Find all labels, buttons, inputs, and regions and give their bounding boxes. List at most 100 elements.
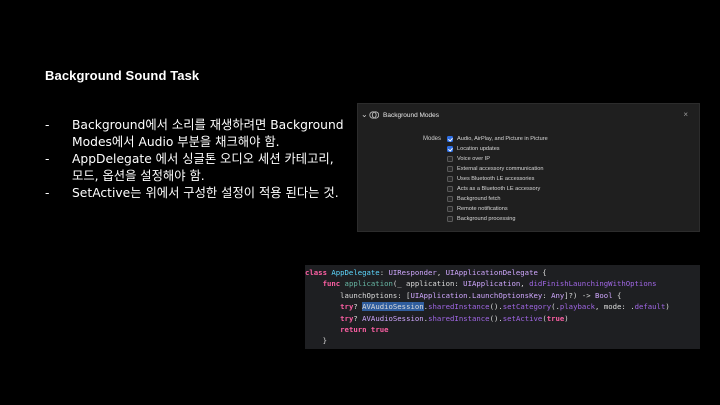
code-token: ().: [489, 313, 503, 323]
chevron-down-icon[interactable]: ⌄: [361, 110, 368, 119]
code-token: {: [612, 290, 622, 300]
mode-checkbox[interactable]: [447, 146, 453, 152]
code-token: launchOptions: [: [305, 290, 411, 300]
bullet-item: - Background에서 소리를 재생하려면 Background Mode…: [45, 117, 345, 151]
code-token: ,: [436, 268, 446, 277]
code-token: (.: [551, 302, 560, 312]
mode-checkbox[interactable]: [447, 196, 453, 202]
code-token: playback: [559, 302, 596, 312]
mode-label: Voice over IP: [457, 156, 490, 162]
code-token: setActive: [502, 313, 543, 323]
bullet-dash: -: [45, 186, 50, 200]
slide-title: Background Sound Task: [45, 68, 200, 83]
mode-row[interactable]: Remote notifications: [447, 204, 548, 214]
mode-checkbox[interactable]: [447, 156, 453, 162]
code-token: AVAudioSession: [362, 302, 424, 312]
code-token: Bool: [595, 290, 613, 300]
bullet-item: - AppDelegate 에서 싱글톤 오디오 세션 카테고리, 모드, 옵션…: [45, 151, 345, 185]
mode-label: Location updates: [457, 146, 500, 152]
mode-checkbox[interactable]: [447, 176, 453, 182]
code-line: launchOptions: [UIApplication.LaunchOpti…: [305, 290, 700, 301]
code-token: class: [305, 268, 332, 277]
code-token: ().: [489, 302, 503, 312]
mode-row[interactable]: Audio, AirPlay, and Picture in Picture: [447, 134, 548, 144]
code-token: :: [542, 290, 552, 300]
code-token: UIApplication: [463, 279, 521, 289]
panel-title: Background Modes: [383, 112, 440, 119]
code-token: }: [305, 336, 327, 346]
modes-label: Modes: [423, 136, 442, 142]
code-token: try: [340, 302, 354, 312]
mode-label: Audio, AirPlay, and Picture in Picture: [457, 136, 548, 142]
code-line: try? AVAudioSession.sharedInstance().set…: [305, 301, 700, 312]
mode-label: Remote notifications: [457, 206, 508, 212]
mode-row[interactable]: Acts as a Bluetooth LE accessory: [447, 184, 548, 194]
code-token: ?: [353, 313, 363, 323]
code-line: }: [305, 335, 700, 346]
bullet-dash: -: [45, 118, 50, 132]
code-token: (_ application:: [392, 279, 464, 289]
code-token: sharedInstance: [428, 302, 490, 312]
code-token: didFinishLaunchingWithOptions: [529, 279, 657, 289]
code-line: try? AVAudioSession.sharedInstance().set…: [305, 313, 700, 324]
code-token: UIResponder: [388, 268, 437, 277]
mode-row[interactable]: Background processing: [447, 214, 548, 224]
mode-label: Acts as a Bluetooth LE accessory: [457, 186, 541, 192]
code-editor: class AppDelegate: UIResponder, UIApplic…: [305, 265, 700, 349]
code-token: application: [344, 279, 393, 289]
mode-label: Background fetch: [457, 196, 501, 202]
mode-label: Uses Bluetooth LE accessories: [457, 176, 535, 182]
code-token: func: [322, 279, 345, 289]
code-token: UIApplicationDelegate: [445, 268, 538, 277]
mode-row[interactable]: Background fetch: [447, 194, 548, 204]
code-token: Any: [551, 290, 565, 300]
code-token: ): [665, 302, 670, 312]
code-token: ,: [520, 279, 530, 289]
code-token: LaunchOptionsKey: [471, 290, 543, 300]
code-token: true: [546, 313, 565, 323]
code-line: class AppDelegate: UIResponder, UIApplic…: [305, 267, 700, 278]
code-line: return true: [305, 324, 700, 335]
mode-label: Background processing: [457, 216, 516, 222]
code-token: return: [340, 324, 371, 334]
code-token: setCategory: [502, 302, 552, 312]
code-token: default: [634, 302, 666, 312]
code-token: true: [370, 324, 389, 334]
bullet-text: AppDelegate 에서 싱글톤 오디오 세션 카테고리, 모드, 옵션을 …: [72, 152, 334, 183]
background-modes-panel: ⌄ Background Modes × Modes Audio, AirPla…: [357, 103, 700, 232]
code-token: UIApplication: [410, 290, 468, 300]
code-token: , mode: .: [595, 302, 635, 312]
mode-row[interactable]: Voice over IP: [447, 154, 548, 164]
code-token: sharedInstance: [428, 313, 490, 323]
mode-checkbox[interactable]: [447, 216, 453, 222]
mode-label: External accessory communication: [457, 166, 544, 172]
bullet-text: SetActive는 위에서 구성한 설정이 적용 된다는 것.: [72, 186, 339, 200]
mode-checkbox[interactable]: [447, 186, 453, 192]
mode-row[interactable]: Location updates: [447, 144, 548, 154]
bullet-dash: -: [45, 152, 50, 166]
code-token: ]?) ->: [564, 290, 596, 300]
bullet-list: - Background에서 소리를 재생하려면 Background Mode…: [45, 117, 345, 202]
code-token: {: [537, 268, 547, 277]
mode-row[interactable]: External accessory communication: [447, 164, 548, 174]
mode-checkbox[interactable]: [447, 206, 453, 212]
bullet-text: Background에서 소리를 재생하려면 Background Modes에…: [72, 118, 344, 149]
panel-header: ⌄ Background Modes ×: [358, 104, 699, 128]
bullet-item: - SetActive는 위에서 구성한 설정이 적용 된다는 것.: [45, 185, 345, 202]
code-token: try: [340, 313, 354, 323]
close-icon[interactable]: ×: [683, 110, 688, 119]
code-token: AppDelegate: [331, 268, 380, 277]
mode-checkbox[interactable]: [447, 136, 453, 142]
code-token: AVAudioSession: [362, 313, 424, 323]
code-line: func application(_ application: UIApplic…: [305, 278, 700, 289]
mode-checkbox[interactable]: [447, 166, 453, 172]
mode-row[interactable]: Uses Bluetooth LE accessories: [447, 174, 548, 184]
background-modes-icon: [369, 111, 379, 119]
modes-list: Audio, AirPlay, and Picture in Picture Lo…: [447, 134, 548, 224]
code-token: ?: [353, 302, 363, 312]
code-token: ): [564, 313, 569, 323]
